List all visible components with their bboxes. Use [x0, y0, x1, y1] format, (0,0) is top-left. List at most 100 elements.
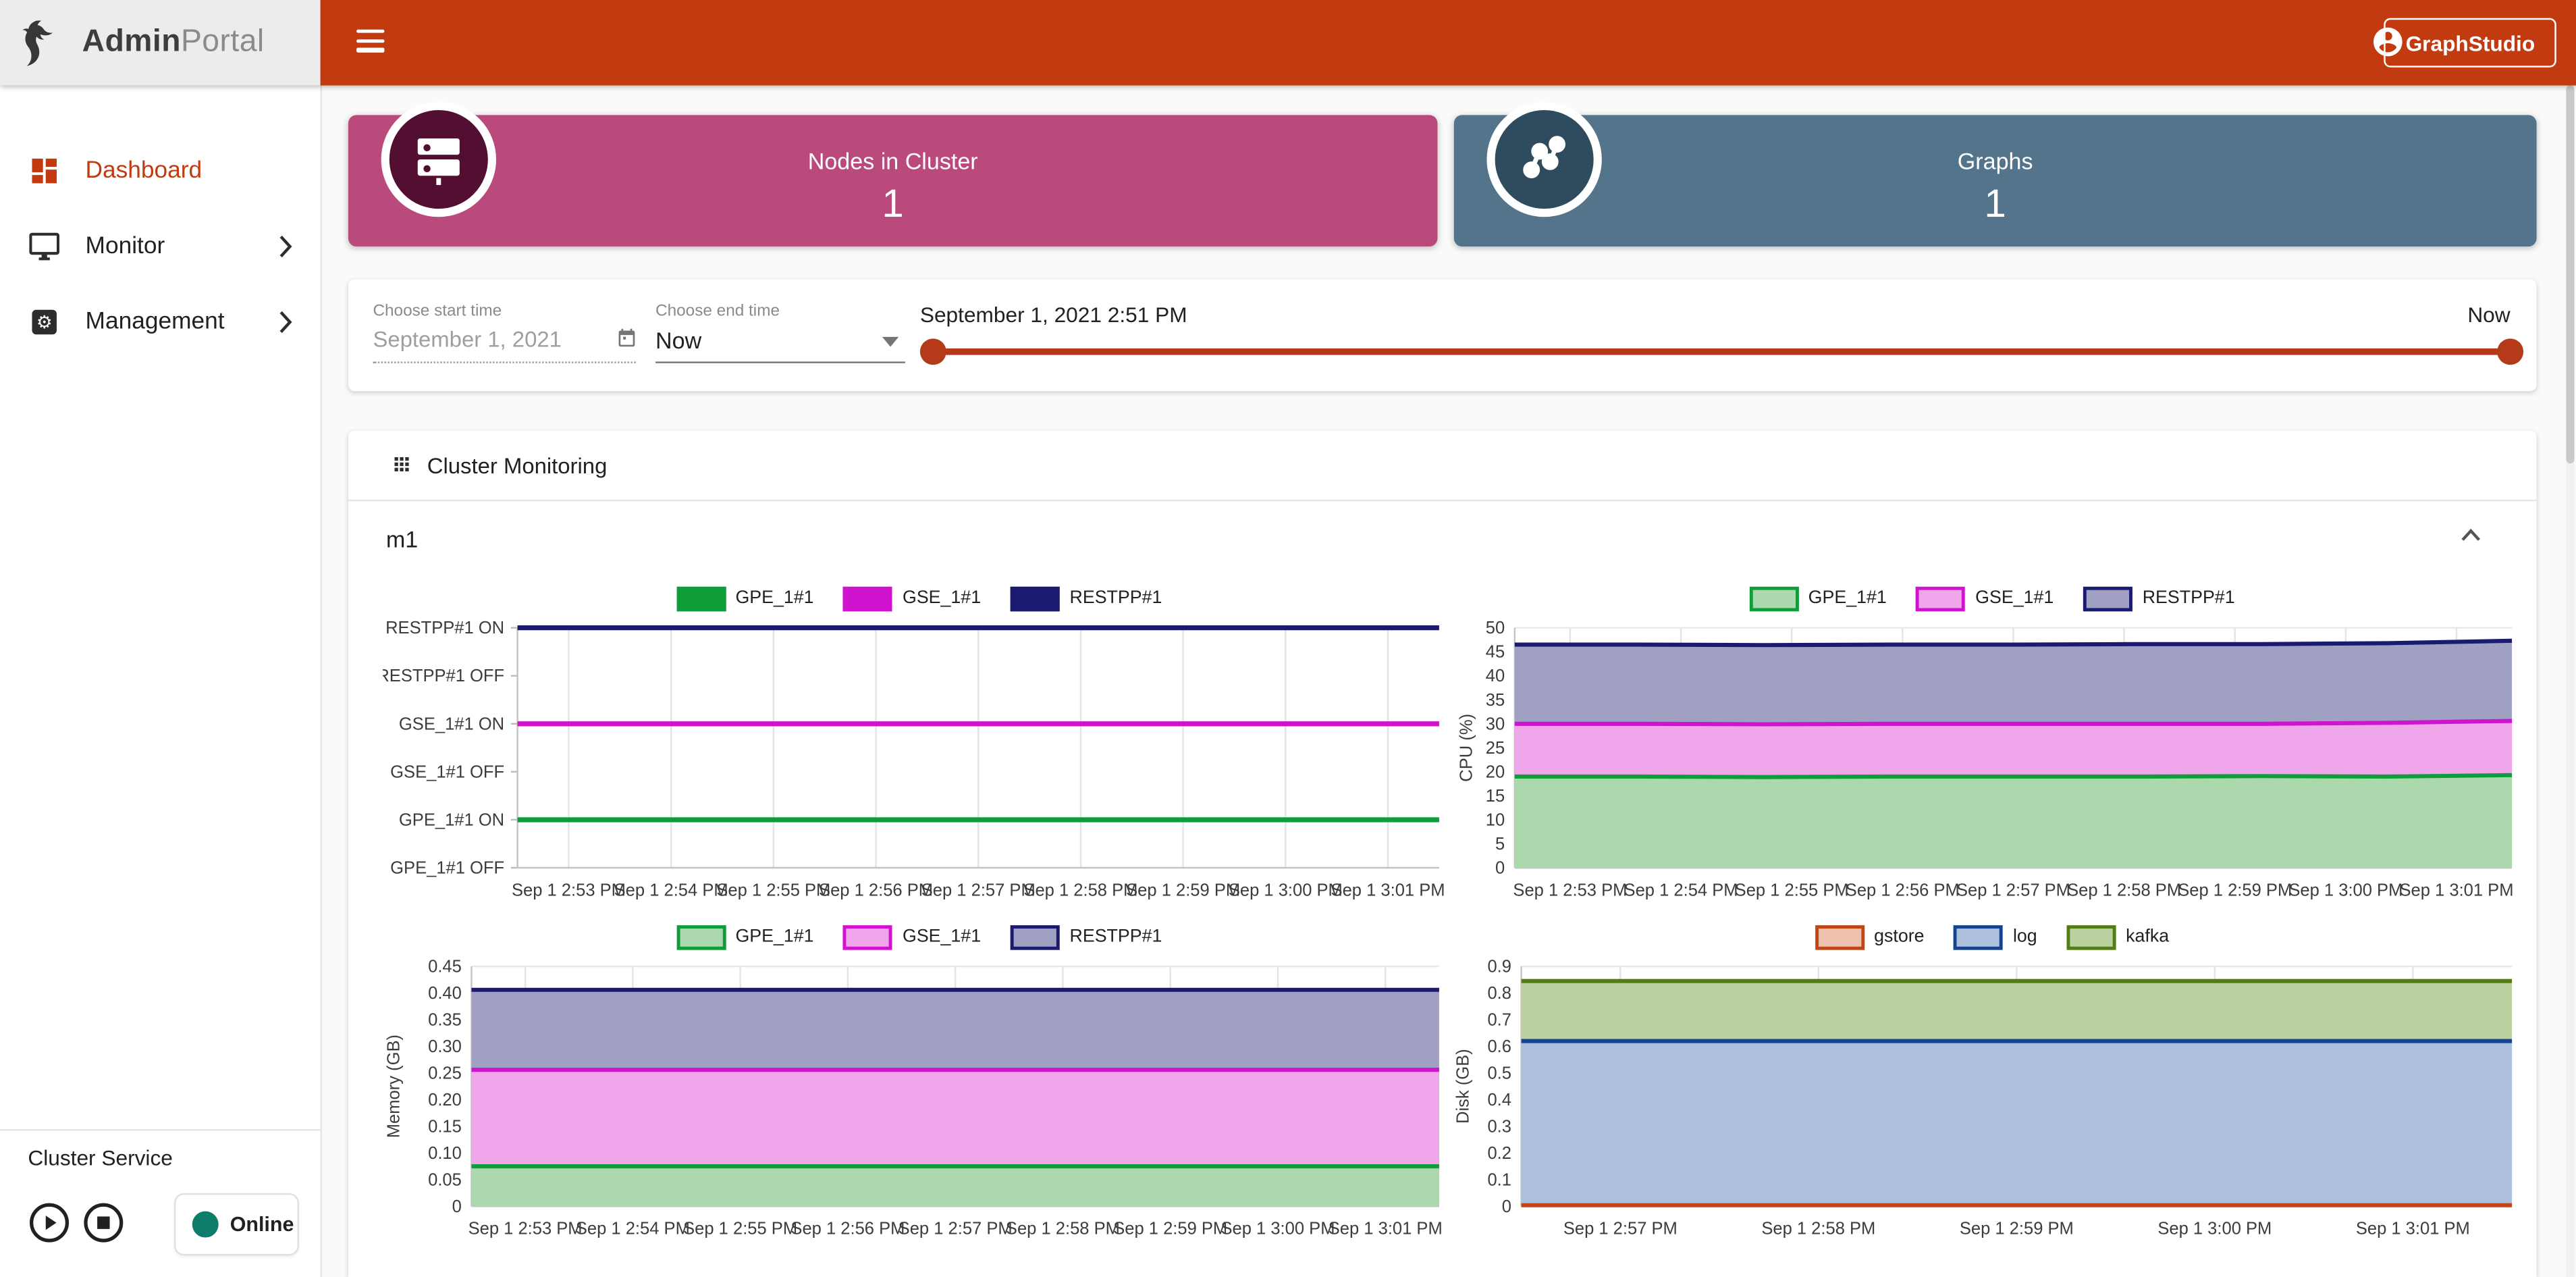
- svg-text:Memory (GB): Memory (GB): [384, 1035, 403, 1138]
- node-name: m1: [386, 526, 418, 552]
- legend-item[interactable]: RESTPP#1: [2083, 586, 2235, 611]
- calendar-icon[interactable]: [616, 327, 638, 348]
- disk-chart: gstore log kafka Sep 1 2:57 PM Sep 1 2:58 PM…: [1455, 924, 2528, 1262]
- svg-text:Sep 1 2:54 PM: Sep 1 2:54 PM: [1624, 881, 1738, 900]
- svg-text:0.9: 0.9: [1487, 958, 1511, 976]
- legend-swatch: [1954, 924, 2003, 949]
- svg-text:GPE_1#1 ON: GPE_1#1 ON: [399, 810, 504, 829]
- sidebar-item-label: Dashboard: [86, 158, 203, 184]
- legend-label: GSE_1#1: [903, 927, 981, 947]
- legend-item[interactable]: kafka: [2067, 924, 2170, 949]
- svg-text:20: 20: [1486, 762, 1505, 781]
- slider-start-label: September 1, 2021 2:51 PM: [920, 303, 1187, 328]
- svg-text:Sep 1 2:58 PM: Sep 1 2:58 PM: [1023, 881, 1137, 900]
- svg-text:Sep 1 3:01 PM: Sep 1 3:01 PM: [2356, 1220, 2470, 1239]
- legend-item[interactable]: GPE_1#1: [1749, 586, 1887, 611]
- svg-text:0: 0: [1502, 1197, 1511, 1216]
- time-range-slider[interactable]: [933, 348, 2510, 355]
- scrollbar-thumb[interactable]: [2566, 86, 2574, 464]
- scrollbar-track[interactable]: [2566, 86, 2574, 1277]
- legend-item[interactable]: GPE_1#1: [676, 586, 814, 611]
- svg-text:Sep 1 2:54 PM: Sep 1 2:54 PM: [614, 881, 728, 900]
- chevron-right-icon: [277, 235, 292, 258]
- stop-service-icon[interactable]: [82, 1201, 125, 1244]
- legend-item[interactable]: RESTPP#1: [1011, 924, 1162, 949]
- svg-text:Sep 1 3:01 PM: Sep 1 3:01 PM: [1331, 881, 1445, 900]
- tiger-logo-icon: [15, 15, 71, 71]
- legend-swatch: [1011, 924, 1060, 949]
- legend-swatch: [676, 586, 726, 611]
- legend-item[interactable]: GSE_1#1: [1916, 586, 2054, 611]
- start-service-icon[interactable]: [28, 1201, 70, 1244]
- svg-text:Sep 1 2:57 PM: Sep 1 2:57 PM: [1563, 1220, 1678, 1239]
- svg-text:Sep 1 2:58 PM: Sep 1 2:58 PM: [1761, 1220, 1875, 1239]
- start-time-value: September 1, 2021: [373, 327, 561, 352]
- svg-text:Sep 1 2:59 PM: Sep 1 2:59 PM: [1113, 1220, 1227, 1239]
- legend-item[interactable]: GSE_1#1: [843, 586, 981, 611]
- legend-item[interactable]: GSE_1#1: [843, 924, 981, 949]
- svg-text:0.4: 0.4: [1487, 1091, 1511, 1110]
- svg-text:15: 15: [1486, 787, 1505, 806]
- svg-text:Sep 1 2:58 PM: Sep 1 2:58 PM: [1006, 1220, 1120, 1239]
- svg-text:Sep 1 2:57 PM: Sep 1 2:57 PM: [921, 881, 1036, 900]
- service-status-label: Online: [230, 1213, 294, 1236]
- legend-label: gstore: [1874, 927, 1924, 947]
- service-status-chip: Online: [174, 1193, 299, 1255]
- legend-swatch: [843, 924, 892, 949]
- card-value: 1: [1454, 182, 2537, 228]
- svg-text:Sep 1 2:56 PM: Sep 1 2:56 PM: [819, 881, 933, 900]
- svg-text:0.7: 0.7: [1487, 1010, 1511, 1029]
- chart-canvas: Sep 1 2:53 PMSep 1 2:54 PMSep 1 2:55 PMS…: [383, 615, 1455, 924]
- sidebar-item-monitor[interactable]: Monitor: [0, 209, 321, 284]
- sidebar-item-management[interactable]: ⚙ Management: [0, 284, 321, 360]
- end-time-select[interactable]: Now: [655, 327, 905, 363]
- legend-swatch: [1815, 924, 1864, 949]
- legend-label: GPE_1#1: [735, 588, 813, 608]
- svg-text:Sep 1 2:55 PM: Sep 1 2:55 PM: [716, 881, 830, 900]
- svg-text:Sep 1 2:58 PM: Sep 1 2:58 PM: [2067, 881, 2181, 900]
- cluster-service-title: Cluster Service: [28, 1145, 173, 1170]
- legend-label: RESTPP#1: [1070, 927, 1162, 947]
- svg-text:50: 50: [1486, 619, 1505, 637]
- cluster-monitoring-card: Cluster Monitoring m1 GPE_1#1GSE_1#1REST…: [348, 431, 2537, 1277]
- svg-text:RESTPP#1 OFF: RESTPP#1 OFF: [383, 667, 504, 685]
- legend-swatch: [2067, 924, 2116, 949]
- svg-text:Sep 1 2:57 PM: Sep 1 2:57 PM: [898, 1220, 1013, 1239]
- logo-admin: Admin: [82, 25, 181, 59]
- svg-text:0.20: 0.20: [428, 1091, 462, 1110]
- chart-legend: GPE_1#1 GSE_1#1 RESTPP#1: [383, 924, 1455, 950]
- svg-text:⚙: ⚙: [36, 312, 53, 332]
- legend-item[interactable]: gstore: [1815, 924, 1925, 949]
- slider-thumb-start[interactable]: [920, 338, 946, 364]
- graphs-card: Graphs 1: [1454, 115, 2537, 246]
- svg-text:Sep 1 2:59 PM: Sep 1 2:59 PM: [1126, 881, 1240, 900]
- svg-text:0.45: 0.45: [428, 958, 462, 976]
- nodes-in-cluster-card: Nodes in Cluster 1: [348, 115, 1438, 246]
- svg-text:0.2: 0.2: [1487, 1144, 1511, 1163]
- sidebar-item-label: Management: [86, 309, 225, 336]
- legend-item[interactable]: log: [1954, 924, 2037, 949]
- legend-label: GPE_1#1: [735, 927, 813, 947]
- legend-swatch: [1916, 586, 1966, 611]
- divider: [348, 500, 2537, 501]
- legend-label: log: [2013, 927, 2037, 947]
- collapse-chevron-up-icon[interactable]: [2458, 523, 2484, 549]
- legend-label: GSE_1#1: [903, 588, 981, 608]
- svg-text:0.05: 0.05: [428, 1170, 462, 1189]
- svg-text:30: 30: [1486, 714, 1505, 733]
- management-gear-icon: ⚙: [28, 306, 61, 339]
- graphstudio-button[interactable]: GraphStudio: [2384, 18, 2556, 68]
- legend-item[interactable]: GPE_1#1: [676, 924, 814, 949]
- svg-text:40: 40: [1486, 667, 1505, 685]
- svg-text:0.40: 0.40: [428, 984, 462, 1003]
- start-time-field[interactable]: September 1, 2021: [373, 327, 635, 363]
- svg-text:10: 10: [1486, 810, 1505, 829]
- cpu-chart: GPE_1#1GSE_1#1RESTPP#1Sep 1 2:53 PMSep 1…: [1455, 585, 2528, 923]
- svg-text:Sep 1 2:53 PM: Sep 1 2:53 PM: [468, 1220, 583, 1239]
- slider-thumb-end[interactable]: [2497, 338, 2523, 364]
- hamburger-menu-icon[interactable]: [356, 30, 384, 53]
- sidebar-item-dashboard[interactable]: Dashboard: [0, 133, 321, 209]
- legend-item[interactable]: RESTPP#1: [1011, 586, 1162, 611]
- chart-legend: GPE_1#1 GSE_1#1 RESTPP#1: [1455, 585, 2528, 611]
- svg-text:GSE_1#1 OFF: GSE_1#1 OFF: [390, 762, 504, 781]
